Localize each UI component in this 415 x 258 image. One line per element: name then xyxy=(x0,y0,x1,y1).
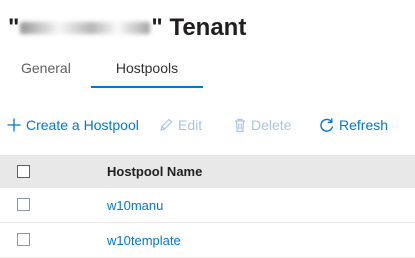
row-checkbox[interactable] xyxy=(17,198,30,211)
create-hostpool-label: Create a Hostpool xyxy=(26,117,139,133)
edit-button[interactable]: Edit xyxy=(158,110,202,140)
table-row[interactable]: w10manu xyxy=(0,188,415,223)
table-row[interactable]: w10template xyxy=(0,223,415,258)
tab-hostpools[interactable]: Hostpools xyxy=(91,50,203,88)
redacted-tenant-name xyxy=(20,22,151,34)
row-checkbox[interactable] xyxy=(17,233,30,246)
hostpool-table: Hostpool Name w10manu w10template xyxy=(0,155,415,258)
delete-button[interactable]: Delete xyxy=(233,110,291,140)
tenant-page: " " Tenant General Hostpools Create a Ho… xyxy=(0,0,415,258)
pencil-icon xyxy=(158,117,174,133)
page-title: " " Tenant xyxy=(8,12,246,44)
delete-label: Delete xyxy=(251,117,292,133)
refresh-icon xyxy=(318,117,335,134)
refresh-button[interactable]: Refresh xyxy=(318,110,388,140)
tab-general[interactable]: General xyxy=(21,50,71,86)
page-title-prefix: " xyxy=(8,14,20,41)
select-all-checkbox[interactable] xyxy=(17,165,30,178)
tab-bar: General Hostpools xyxy=(0,50,415,88)
table-header: Hostpool Name xyxy=(0,155,415,188)
create-hostpool-button[interactable]: Create a Hostpool xyxy=(6,110,139,140)
hostpool-name-link[interactable]: w10manu xyxy=(107,188,163,222)
hostpool-name-link[interactable]: w10template xyxy=(107,223,181,257)
refresh-label: Refresh xyxy=(339,117,389,133)
column-header-hostpool-name[interactable]: Hostpool Name xyxy=(107,155,202,188)
plus-icon xyxy=(6,117,22,133)
command-bar: Create a Hostpool Edit Delete Refresh xyxy=(0,110,415,140)
trash-icon xyxy=(233,117,247,133)
edit-label: Edit xyxy=(178,117,203,133)
page-title-suffix: " Tenant xyxy=(151,14,247,41)
